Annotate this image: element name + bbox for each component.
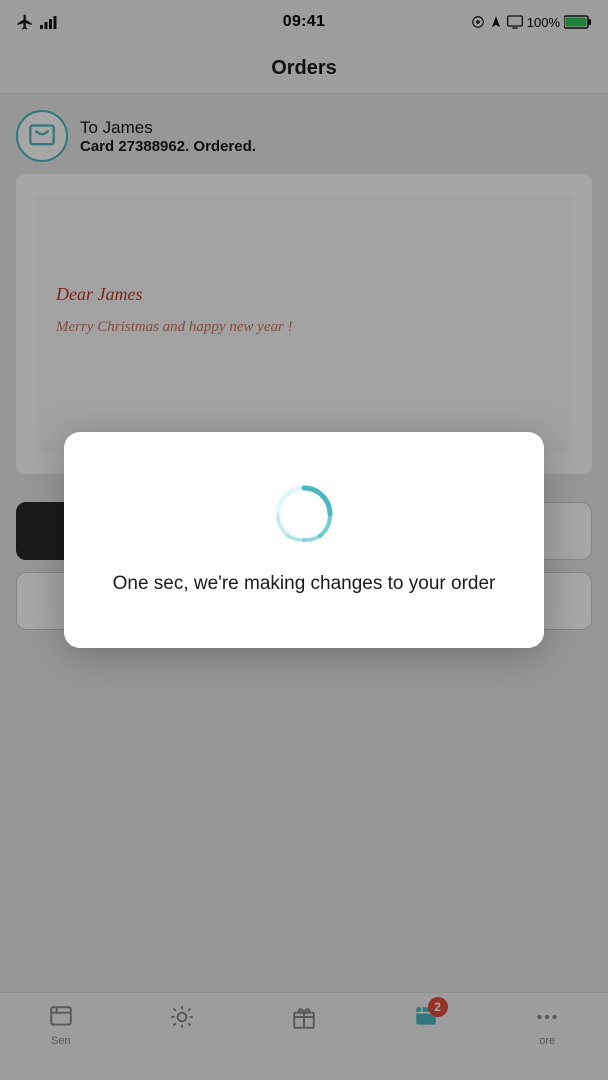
modal-dialog: One sec, we're making changes to your or… bbox=[64, 432, 544, 649]
loading-spinner bbox=[272, 482, 336, 546]
overlay: One sec, we're making changes to your or… bbox=[0, 0, 608, 1080]
modal-message: One sec, we're making changes to your or… bbox=[113, 570, 496, 599]
